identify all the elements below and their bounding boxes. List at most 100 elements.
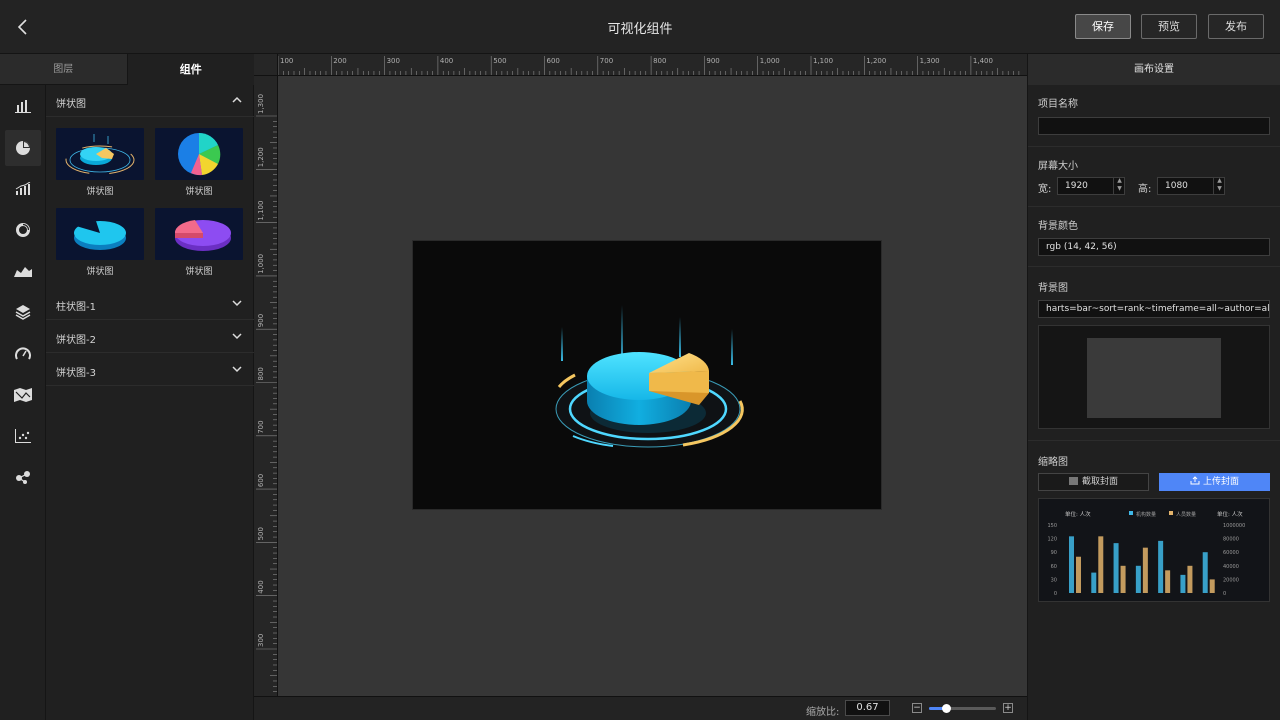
bar	[1135, 565, 1141, 593]
ruler-label: 700	[600, 57, 613, 65]
screen-size-label: 屏幕大小	[1038, 161, 1078, 172]
ruler-label: 500	[493, 57, 506, 65]
bar	[1113, 543, 1119, 593]
column-chart-icon[interactable]	[5, 171, 41, 207]
artboard[interactable]	[412, 240, 882, 510]
thumb-label: 饼状图	[86, 187, 114, 197]
ring-pie-preview	[56, 128, 144, 180]
zoom-out-button[interactable]: −	[912, 703, 922, 713]
group-header-bar-1[interactable]: 柱状图-1	[46, 288, 254, 320]
tab-layers[interactable]: 图层	[0, 54, 128, 85]
3d-pie-blue-preview	[56, 208, 144, 260]
height-stepper[interactable]: ▲ ▼	[1213, 177, 1225, 195]
ruler-label: 1,300	[257, 94, 265, 114]
ruler-vertical-scale: 1,300 1,200 1,100 1,000 900 800 700 600 500 400 30…	[256, 94, 277, 692]
ruler-label: 300	[387, 57, 400, 65]
component-thumb-3d-pie-blue[interactable]: 饼状图	[56, 208, 144, 277]
panel-tabs: 图层 组件	[0, 54, 254, 85]
preview-button[interactable]: 预览	[1141, 14, 1197, 39]
zoom-slider[interactable]	[929, 704, 996, 713]
group-header-pie-2[interactable]: 饼状图-2	[46, 321, 254, 353]
cover-preview: 单位: 人次 单位: 人次 机构数量 人员数量 150 120 90 60 30 0 1000000…	[1038, 498, 1270, 602]
bar	[1142, 547, 1148, 593]
panel-title: 画布设置	[1028, 54, 1280, 85]
ruler-horizontal[interactable]: 100 200 300 400 500 600 700 800 900 1,000 1,100 1,2…	[254, 54, 1027, 76]
upload-cover-button[interactable]: 上传封面	[1159, 473, 1270, 491]
width-input[interactable]: 1920 ▲ ▼	[1057, 177, 1125, 195]
group-header-pie-3[interactable]: 饼状图-3	[46, 354, 254, 386]
component-thumb-flat-pie[interactable]: 饼状图	[155, 128, 243, 197]
save-button[interactable]: 保存	[1075, 14, 1131, 39]
bg-image-placeholder	[1087, 338, 1221, 418]
bg-color-label: 背景颜色	[1038, 221, 1078, 232]
group-header-pie[interactable]: 饼状图	[46, 85, 254, 117]
ruler-label: 1,100	[257, 201, 265, 221]
map-icon[interactable]	[5, 377, 41, 413]
donut-chart-icon[interactable]	[5, 212, 41, 248]
area-chart-icon[interactable]	[5, 253, 41, 289]
bg-image-url-input[interactable]: harts=bar~sort=rank~timeframe=all~author…	[1038, 300, 1270, 318]
ruler-horizontal-scale: 100 200 300 400 500 600 700 800 900 1,000 1,100 1,2…	[277, 56, 1020, 75]
height-label: 高:	[1138, 184, 1152, 195]
ruler-label: 200	[333, 57, 346, 65]
capture-cover-label: 截取封面	[1081, 477, 1118, 487]
thumb-label: 饼状图	[185, 187, 213, 197]
status-bar: 缩放比: 0.67 − +	[254, 696, 1027, 720]
ruler-label: 400	[257, 580, 265, 593]
bg-color-input[interactable]: rgb (14, 42, 56)	[1038, 238, 1270, 256]
pie-chart-icon[interactable]	[5, 130, 41, 166]
bg-image-preview[interactable]	[1038, 325, 1270, 429]
bar	[1069, 536, 1074, 593]
screen-size-section: 屏幕大小 宽: 1920 ▲ ▼ 高: 1080 ▲ ▼	[1028, 147, 1280, 207]
zoom-in-button[interactable]: +	[1003, 703, 1013, 713]
zoom-input[interactable]: 0.67	[845, 700, 890, 716]
flat-pie-preview	[155, 128, 243, 180]
legend-label: 人员数量	[1176, 511, 1196, 518]
y2-tick-label: 60000	[1223, 550, 1239, 556]
bar	[1180, 574, 1186, 593]
gauge-icon[interactable]	[5, 336, 41, 372]
ruler-vertical[interactable]: 1,300 1,200 1,100 1,000 900 800 700 600 500 400 30…	[254, 76, 278, 696]
ruler-label: 800	[653, 57, 666, 65]
tab-components[interactable]: 组件	[127, 54, 254, 85]
bar	[1091, 572, 1097, 593]
zoom-slider-handle[interactable]	[941, 704, 951, 713]
height-input[interactable]: 1080 ▲ ▼	[1157, 177, 1225, 195]
publish-button[interactable]: 发布	[1208, 14, 1264, 39]
y2-tick-label: 1000000	[1223, 523, 1245, 529]
editor-canvas[interactable]	[278, 76, 1027, 696]
ruler-label: 1,100	[813, 57, 833, 65]
ruler-label: 500	[257, 527, 265, 540]
capture-cover-button[interactable]: 截取封面	[1038, 473, 1149, 491]
stepper-up-icon[interactable]: ▲	[1114, 177, 1125, 185]
bar	[1158, 540, 1164, 593]
relation-icon[interactable]	[5, 459, 41, 495]
stepper-down-icon[interactable]: ▼	[1114, 185, 1125, 193]
project-name-input[interactable]	[1038, 117, 1270, 135]
zoom-label: 缩放比:	[806, 707, 840, 718]
width-stepper[interactable]: ▲ ▼	[1113, 177, 1125, 195]
component-thumb-ring-pie[interactable]: 饼状图	[56, 128, 144, 197]
component-thumb-3d-pie-purple[interactable]: 饼状图	[155, 208, 243, 277]
thumb-label: 饼状图	[185, 267, 213, 277]
ruler-label: 1,200	[866, 57, 886, 65]
bg-color-section: 背景颜色 rgb (14, 42, 56)	[1028, 207, 1280, 267]
y-tick-label: 90	[1051, 550, 1057, 556]
legend-swatch	[1129, 511, 1133, 515]
scatter-icon[interactable]	[5, 418, 41, 454]
canvas-settings-panel: 画布设置 项目名称 屏幕大小 宽: 1920 ▲ ▼ 高: 1080 ▲ ▼ 背景颜…	[1027, 54, 1280, 720]
layers-icon[interactable]	[5, 294, 41, 330]
component-panel: 图层 组件 饼状图 饼状图 饼状图 饼状图 饼状图 柱状图-1 饼状图-2 饼状…	[0, 54, 254, 720]
bar	[1165, 570, 1171, 593]
ruler-label: 100	[280, 57, 293, 65]
upload-cover-label: 上传封面	[1202, 477, 1239, 487]
project-name-label: 项目名称	[1038, 99, 1078, 110]
3d-pie-chart-widget[interactable]	[413, 241, 883, 511]
stepper-down-icon[interactable]: ▼	[1214, 185, 1225, 193]
bar-chart-icon[interactable]	[5, 88, 41, 124]
height-value: 1080	[1165, 181, 1188, 191]
stepper-up-icon[interactable]: ▲	[1214, 177, 1225, 185]
y-tick-label: 150	[1047, 523, 1057, 529]
chevron-up-icon	[232, 96, 242, 103]
bar	[1098, 536, 1104, 593]
